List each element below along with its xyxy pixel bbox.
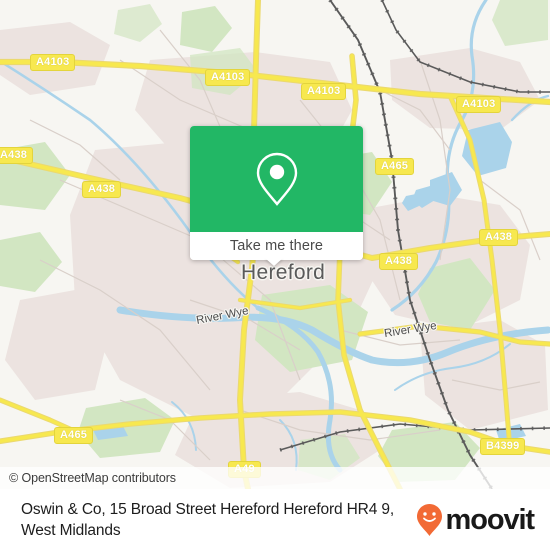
road-shield-a4103-ne[interactable]: A4103	[301, 83, 347, 100]
popup-pin-area	[190, 126, 363, 232]
attribution-text[interactable]: © OpenStreetMap contributors	[9, 471, 176, 485]
moovit-pin-icon	[416, 503, 442, 536]
footer-bar: Oswin & Co, 15 Broad Street Hereford Her…	[0, 489, 550, 550]
take-me-there-button[interactable]: Take me there	[190, 232, 363, 260]
road-shield-a465-ne[interactable]: A465	[375, 158, 415, 175]
road-shield-a438-se[interactable]: A438	[379, 253, 419, 270]
road-shield-a4103-n[interactable]: A4103	[205, 69, 251, 86]
road-shield-b4399-se[interactable]: B4399	[480, 438, 526, 455]
moovit-map-screenshot: Hereford River Wye River Wye A4103 A4103…	[0, 0, 550, 550]
popup-tail	[265, 258, 283, 266]
road-shield-a4103-nw[interactable]: A4103	[30, 54, 76, 71]
moovit-logo[interactable]: moovit	[416, 503, 540, 537]
road-shield-a4103-e[interactable]: A4103	[456, 96, 502, 113]
map-canvas[interactable]: Hereford River Wye River Wye A4103 A4103…	[0, 0, 550, 489]
road-shield-a438-e[interactable]: A438	[479, 229, 519, 246]
take-me-there-label: Take me there	[229, 238, 324, 254]
road-shield-a465-sw[interactable]: A465	[54, 427, 94, 444]
place-label-hereford: Hereford	[241, 261, 326, 284]
road-shield-a438-w[interactable]: A438	[82, 181, 122, 198]
address-text: Oswin & Co, 15 Broad Street Hereford Her…	[21, 500, 394, 539]
location-popup-card[interactable]: Take me there	[190, 126, 363, 260]
map-pin-icon	[256, 152, 297, 206]
moovit-wordmark: moovit	[445, 503, 536, 536]
road-shield-a438-west-edge[interactable]: A438	[0, 147, 34, 164]
map-attribution-bar: © OpenStreetMap contributors	[0, 467, 550, 489]
